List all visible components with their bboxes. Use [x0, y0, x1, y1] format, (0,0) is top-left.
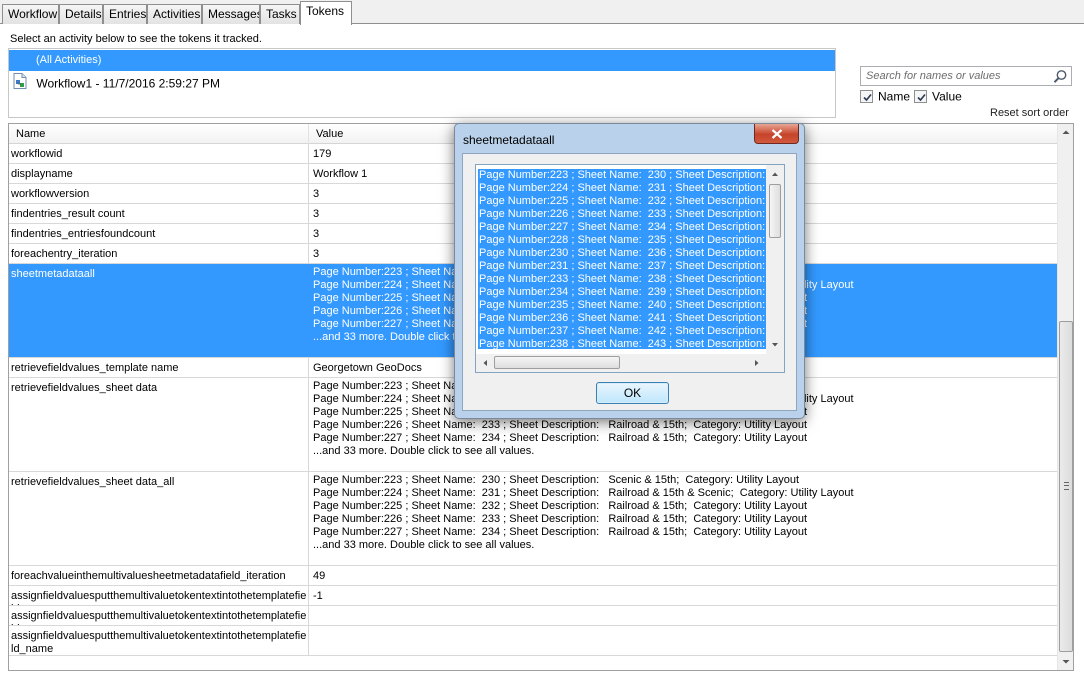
- table-row[interactable]: assignfieldvaluesputthemultivaluetokente…: [9, 626, 1057, 656]
- tab-strip: Workflow Details Entries Activities Mess…: [0, 0, 1084, 25]
- list-item[interactable]: Page Number:224 ; Sheet Name: 231 ; Shee…: [478, 182, 766, 195]
- list-item[interactable]: Page Number:230 ; Sheet Name: 236 ; Shee…: [478, 247, 766, 260]
- value-filter-checkbox[interactable]: Value: [914, 89, 962, 104]
- table-row[interactable]: assignfieldvaluesputthemultivaluetokente…: [9, 586, 1057, 606]
- tab-entries[interactable]: Entries: [103, 4, 147, 24]
- list-item[interactable]: Page Number:236 ; Sheet Name: 241 ; Shee…: [478, 312, 766, 325]
- token-value: [309, 626, 1057, 655]
- values-dialog: sheetmetadataall Page Number:223 ; Sheet…: [454, 123, 805, 419]
- list-item[interactable]: Page Number:225 ; Sheet Name: 232 ; Shee…: [478, 195, 766, 208]
- values-listbox[interactable]: Page Number:223 ; Sheet Name: 230 ; Shee…: [475, 164, 785, 373]
- workflow-document-icon: [13, 73, 27, 94]
- scroll-down-arrow-icon[interactable]: [766, 338, 784, 352]
- token-name: workflowid: [9, 144, 309, 163]
- tab-messages[interactable]: Messages: [202, 4, 260, 24]
- activity-item-label: Workflow1 - 11/7/2016 2:59:27 PM: [36, 76, 220, 91]
- checkbox-checked-icon[interactable]: [914, 90, 927, 104]
- search-box[interactable]: [860, 66, 1072, 86]
- token-name: assignfieldvaluesputthemultivaluetokente…: [9, 586, 309, 605]
- tab-activities[interactable]: Activities: [147, 4, 202, 24]
- list-item[interactable]: Page Number:223 ; Sheet Name: 230 ; Shee…: [478, 169, 766, 182]
- token-value: Page Number:223 ; Sheet Name: 230 ; Shee…: [313, 474, 854, 551]
- tab-tokens[interactable]: Tokens: [300, 1, 352, 25]
- name-filter-label: Name: [878, 89, 911, 104]
- value-filter-label: Value: [932, 89, 962, 104]
- grid-vertical-scrollbar[interactable]: [1057, 124, 1073, 670]
- close-icon: [771, 129, 783, 139]
- tab-tasks[interactable]: Tasks: [260, 4, 300, 24]
- activity-list[interactable]: (All Activities) Workflow1 - 11/7/2016 2…: [8, 48, 836, 118]
- token-name: foreachentry_iteration: [9, 244, 309, 263]
- list-item[interactable]: Page Number:233 ; Sheet Name: 238 ; Shee…: [478, 273, 766, 286]
- scroll-down-arrow-icon[interactable]: [1058, 653, 1073, 670]
- name-filter-checkbox[interactable]: Name: [860, 89, 910, 104]
- activity-all-item[interactable]: (All Activities): [9, 50, 835, 71]
- list-item[interactable]: Page Number:228 ; Sheet Name: 235 ; Shee…: [478, 234, 766, 247]
- scrollbar-corner: [766, 354, 784, 372]
- token-name: retrievefieldvalues_template name: [9, 358, 309, 377]
- table-row[interactable]: foreachvalueinthemultivaluesheetmetadata…: [9, 566, 1057, 586]
- dialog-body: Page Number:223 ; Sheet Name: 230 ; Shee…: [462, 153, 797, 411]
- list-item[interactable]: Page Number:234 ; Sheet Name: 239 ; Shee…: [478, 286, 766, 299]
- scroll-up-arrow-icon[interactable]: [1058, 124, 1073, 141]
- column-header-name[interactable]: Name: [9, 124, 309, 144]
- table-row[interactable]: retrievefieldvalues_sheet data_all Page …: [9, 472, 1057, 566]
- instruction-text: Select an activity below to see the toke…: [10, 33, 262, 45]
- token-name: retrievefieldvalues_sheet data_all: [9, 472, 309, 565]
- token-name: findentries_entriesfoundcount: [9, 224, 309, 243]
- token-name: retrievefieldvalues_sheet data: [9, 378, 309, 471]
- scroll-thumb[interactable]: [769, 184, 781, 238]
- listbox-items: Page Number:223 ; Sheet Name: 230 ; Shee…: [478, 169, 766, 349]
- token-value: [309, 606, 1057, 625]
- close-button[interactable]: [754, 124, 799, 144]
- search-icon[interactable]: [1053, 69, 1068, 87]
- checkbox-checked-icon[interactable]: [860, 90, 873, 104]
- reset-sort-link[interactable]: Reset sort order: [990, 107, 1069, 119]
- scroll-left-arrow-icon[interactable]: [478, 354, 492, 372]
- token-name: findentries_result count: [9, 204, 309, 223]
- token-name: displayname: [9, 164, 309, 183]
- listbox-horizontal-scrollbar[interactable]: [476, 354, 766, 372]
- tab-workflow[interactable]: Workflow: [2, 4, 59, 24]
- list-item[interactable]: Page Number:226 ; Sheet Name: 233 ; Shee…: [478, 208, 766, 221]
- token-name: sheetmetadataall: [9, 264, 309, 357]
- token-name: foreachvalueinthemultivaluesheetmetadata…: [9, 566, 309, 585]
- token-value: 49: [313, 570, 326, 582]
- token-name: assignfieldvaluesputthemultivaluetokente…: [9, 606, 309, 625]
- scroll-up-arrow-icon[interactable]: [766, 167, 784, 181]
- tab-details[interactable]: Details: [59, 4, 103, 24]
- list-item[interactable]: Page Number:237 ; Sheet Name: 242 ; Shee…: [478, 325, 766, 338]
- token-name: workflowversion: [9, 184, 309, 203]
- search-input[interactable]: [861, 67, 1049, 85]
- token-name: assignfieldvaluesputthemultivaluetokente…: [9, 626, 309, 655]
- list-item[interactable]: Page Number:238 ; Sheet Name: 243 ; Shee…: [478, 338, 766, 349]
- list-item[interactable]: Page Number:235 ; Sheet Name: 240 ; Shee…: [478, 299, 766, 312]
- token-value: -1: [313, 590, 323, 602]
- listbox-vertical-scrollbar[interactable]: [766, 165, 784, 354]
- list-item[interactable]: Page Number:231 ; Sheet Name: 237 ; Shee…: [478, 260, 766, 273]
- scroll-right-arrow-icon[interactable]: [750, 354, 764, 372]
- table-row[interactable]: assignfieldvaluesputthemultivaluetokente…: [9, 606, 1057, 626]
- ok-button[interactable]: OK: [596, 382, 669, 404]
- activity-item[interactable]: Workflow1 - 11/7/2016 2:59:27 PM: [11, 73, 220, 93]
- scroll-thumb[interactable]: [494, 356, 620, 369]
- dialog-title: sheetmetadataall: [463, 133, 555, 147]
- list-item[interactable]: Page Number:227 ; Sheet Name: 234 ; Shee…: [478, 221, 766, 234]
- scroll-thumb[interactable]: [1059, 321, 1073, 652]
